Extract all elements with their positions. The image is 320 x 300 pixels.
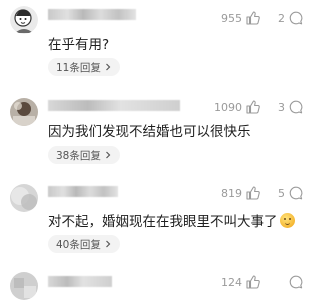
thumbs-up-icon[interactable] [245, 10, 261, 26]
comment-text: 在乎有用? [48, 37, 110, 53]
like-count: 1090 [214, 100, 242, 114]
view-replies-button[interactable]: 38条回复 [48, 146, 120, 164]
comment-actions: 955 2 [212, 10, 314, 26]
avatar[interactable] [10, 184, 38, 212]
reply-bubble-icon[interactable] [288, 185, 304, 201]
reply-bubble-icon[interactable] [288, 10, 304, 26]
comment-actions: 819 5 [212, 185, 314, 201]
replies-label: 11条回复 [56, 61, 101, 74]
reply-bubble-icon[interactable] [288, 99, 304, 115]
chevron-right-icon [104, 151, 112, 159]
view-replies-button[interactable]: 40条回复 [48, 235, 120, 253]
embarrassed-smile-emoji-icon [279, 213, 295, 228]
like-count: 819 [221, 186, 242, 200]
comment-actions: 1090 3 [212, 99, 314, 115]
username-blurred[interactable] [48, 276, 112, 287]
comment-actions: 124 [212, 274, 314, 290]
username-blurred[interactable] [48, 186, 118, 197]
replies-label: 40条回复 [56, 238, 101, 251]
comment-text: 对不起，婚姻现在在我眼里不叫大事了 [48, 210, 295, 230]
replies-label: 38条回复 [56, 149, 101, 162]
thumbs-up-icon[interactable] [245, 99, 261, 115]
view-replies-button[interactable]: 11条回复 [48, 58, 120, 76]
like-count: 955 [221, 11, 242, 25]
chevron-right-icon [104, 63, 112, 71]
username-blurred[interactable] [48, 9, 136, 20]
thumbs-up-icon[interactable] [245, 274, 261, 290]
reply-bubble-icon[interactable] [288, 274, 304, 290]
username-blurred[interactable] [48, 100, 180, 111]
reply-count: 5 [278, 186, 285, 200]
comment-text-body: 对不起，婚姻现在在我眼里不叫大事了 [48, 214, 278, 230]
like-count: 124 [221, 275, 242, 289]
reply-count: 3 [278, 100, 285, 114]
avatar[interactable] [10, 6, 38, 34]
chevron-right-icon [104, 240, 112, 248]
avatar[interactable] [10, 98, 38, 126]
thumbs-up-icon[interactable] [245, 185, 261, 201]
comment-text: 因为我们发现不结婚也可以很快乐 [48, 124, 251, 140]
reply-count: 2 [278, 11, 285, 25]
